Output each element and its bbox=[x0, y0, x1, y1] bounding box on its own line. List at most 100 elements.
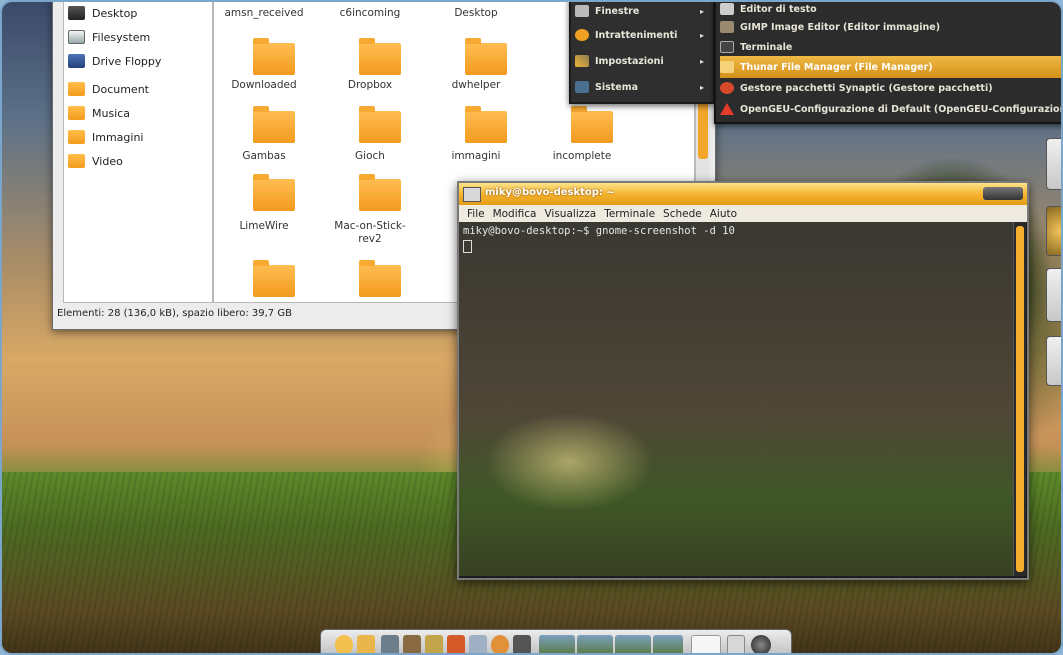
file-item-label[interactable]: immagini bbox=[426, 150, 526, 162]
mail-icon[interactable] bbox=[403, 635, 421, 653]
menu-item-gimp[interactable]: GIMP Image Editor (Editor immagine) bbox=[720, 16, 1061, 38]
folder-icon bbox=[68, 154, 85, 168]
sidebar-item-floppy[interactable]: Drive Floppy bbox=[68, 51, 161, 71]
sidebar-item-desktop[interactable]: Desktop bbox=[68, 3, 137, 23]
media-icon[interactable] bbox=[469, 635, 487, 653]
browser-icon[interactable] bbox=[381, 635, 399, 653]
workspace-4[interactable] bbox=[653, 635, 683, 653]
folder-icon[interactable] bbox=[359, 260, 401, 297]
folder-icon[interactable] bbox=[465, 38, 507, 75]
menu-item-system[interactable]: Sistema ▸ bbox=[575, 76, 707, 98]
blank-app[interactable] bbox=[691, 635, 721, 653]
folder-icon[interactable] bbox=[465, 106, 507, 143]
terminal-icon[interactable] bbox=[513, 635, 531, 653]
workspace-2[interactable] bbox=[577, 635, 613, 653]
warning-icon bbox=[720, 103, 734, 115]
file-item-label[interactable]: amsn_received bbox=[214, 7, 314, 19]
thunar-icon bbox=[720, 61, 734, 73]
file-item-label[interactable]: Downloaded bbox=[214, 79, 314, 91]
sidebar-item-label: Musica bbox=[92, 106, 131, 120]
sidebar-item-label: Filesystem bbox=[92, 30, 151, 44]
menu-item-thunar[interactable]: Thunar File Manager (File Manager) bbox=[720, 56, 1061, 78]
menu-item-label: Intrattenimenti bbox=[595, 29, 678, 41]
sidebar-item-music[interactable]: Musica bbox=[68, 103, 130, 123]
window-switch-icon[interactable] bbox=[727, 635, 745, 653]
menu-item-label: Sistema bbox=[595, 81, 639, 93]
menu-terminal[interactable]: Terminale bbox=[604, 208, 655, 220]
terminal-menubar: File Modifica Visualizza Terminale Sched… bbox=[459, 205, 1027, 222]
menu-item-entertainment[interactable]: Intrattenimenti ▸ bbox=[575, 24, 707, 46]
folder-icon[interactable] bbox=[253, 260, 295, 297]
chevron-right-icon: ▸ bbox=[699, 82, 704, 92]
menu-view[interactable]: Visualizza bbox=[544, 208, 596, 220]
sidebar-item-documents[interactable]: Document bbox=[68, 79, 149, 99]
folder-icon bbox=[68, 130, 85, 144]
tools-icon[interactable] bbox=[425, 635, 443, 653]
side-widget[interactable] bbox=[1046, 138, 1061, 190]
launcher-icon[interactable] bbox=[335, 635, 353, 653]
folder-icon[interactable] bbox=[253, 106, 295, 143]
menu-item-label: Finestre bbox=[595, 5, 640, 17]
gimp-icon bbox=[720, 21, 734, 33]
terminal-window: miky@bovo-desktop: ~ File Modifica Visua… bbox=[457, 181, 1029, 580]
scrollbar-thumb[interactable] bbox=[1016, 226, 1024, 572]
floppy-icon bbox=[68, 54, 85, 68]
terminal-body[interactable]: miky@bovo-desktop:~$ gnome-screenshot -d… bbox=[459, 222, 1013, 576]
workspace-1[interactable] bbox=[539, 635, 575, 653]
sidebar-item-label: Document bbox=[92, 82, 149, 96]
file-item-label[interactable]: LimeWire bbox=[214, 220, 314, 232]
terminal-scrollbar[interactable] bbox=[1013, 222, 1026, 576]
folder-icon[interactable] bbox=[571, 106, 613, 143]
folder-icon[interactable] bbox=[253, 174, 295, 211]
sidebar-item-label: Video bbox=[92, 154, 123, 168]
sidebar-item-label: Drive Floppy bbox=[92, 54, 162, 68]
sidebar-item-video[interactable]: Video bbox=[68, 151, 123, 171]
chevron-right-icon: ▸ bbox=[699, 56, 704, 66]
menu-item-windows[interactable]: Finestre ▸ bbox=[575, 2, 707, 22]
terminal-icon bbox=[720, 41, 734, 53]
calendar-icon[interactable] bbox=[447, 635, 465, 653]
menu-file[interactable]: File bbox=[467, 208, 485, 220]
menu-edit[interactable]: Modifica bbox=[493, 208, 537, 220]
network-icon[interactable] bbox=[491, 635, 509, 653]
desktop-screen: Desktop Filesystem Drive Floppy Document… bbox=[0, 0, 1063, 655]
folder-icon[interactable] bbox=[359, 174, 401, 211]
file-item-label[interactable]: Gambas bbox=[214, 150, 314, 162]
text-editor-icon bbox=[720, 3, 734, 15]
menu-item-settings[interactable]: Impostazioni ▸ bbox=[575, 50, 707, 72]
file-item-label[interactable]: Desktop bbox=[426, 7, 526, 19]
settings-icon bbox=[575, 55, 589, 67]
file-manager-icon[interactable] bbox=[357, 635, 375, 653]
window-controls[interactable] bbox=[983, 187, 1023, 200]
dock-panel bbox=[320, 629, 792, 653]
menu-item-opengeu-config[interactable]: OpenGEU-Configurazione di Default (OpenG… bbox=[720, 98, 1061, 120]
file-item-label[interactable]: c6incoming bbox=[320, 7, 420, 19]
terminal-titlebar[interactable]: miky@bovo-desktop: ~ bbox=[459, 183, 1027, 205]
power-icon[interactable] bbox=[751, 635, 771, 653]
entertainment-icon bbox=[575, 29, 589, 41]
main-menu: Finestre ▸ Intrattenimenti ▸ Impostazioni ▸… bbox=[569, 2, 715, 104]
folder-icon[interactable] bbox=[359, 106, 401, 143]
sidebar-item-images[interactable]: Immagini bbox=[68, 127, 143, 147]
folder-icon[interactable] bbox=[359, 38, 401, 75]
menu-item-label: GIMP Image Editor (Editor immagine) bbox=[740, 21, 941, 33]
file-item-label[interactable]: dwhelper bbox=[426, 79, 526, 91]
workspace-3[interactable] bbox=[615, 635, 651, 653]
menu-tabs[interactable]: Schede bbox=[663, 208, 702, 220]
file-item-label[interactable]: Gioch bbox=[320, 150, 420, 162]
system-submenu: Editor di testo GIMP Image Editor (Edito… bbox=[714, 2, 1061, 124]
file-manager-sidebar: Desktop Filesystem Drive Floppy Document… bbox=[63, 2, 213, 303]
file-item-label[interactable]: incomplete bbox=[532, 150, 632, 162]
folder-icon[interactable] bbox=[253, 38, 295, 75]
window-title: miky@bovo-desktop: ~ bbox=[485, 187, 615, 198]
menu-help[interactable]: Aiuto bbox=[710, 208, 737, 220]
menu-item-synaptic[interactable]: Gestore pacchetti Synaptic (Gestore pacc… bbox=[720, 77, 1061, 99]
sidebar-item-filesystem[interactable]: Filesystem bbox=[68, 27, 150, 47]
terminal-cursor bbox=[463, 240, 472, 253]
clock-widget[interactable] bbox=[1046, 206, 1061, 256]
calendar-widget[interactable] bbox=[1046, 336, 1061, 386]
side-widget[interactable] bbox=[1046, 268, 1061, 322]
file-item-label[interactable]: Dropbox bbox=[320, 79, 420, 91]
menu-item-terminal[interactable]: Terminale bbox=[720, 36, 1061, 58]
file-item-label[interactable]: Mac-on-Stick- rev2 bbox=[320, 220, 420, 246]
